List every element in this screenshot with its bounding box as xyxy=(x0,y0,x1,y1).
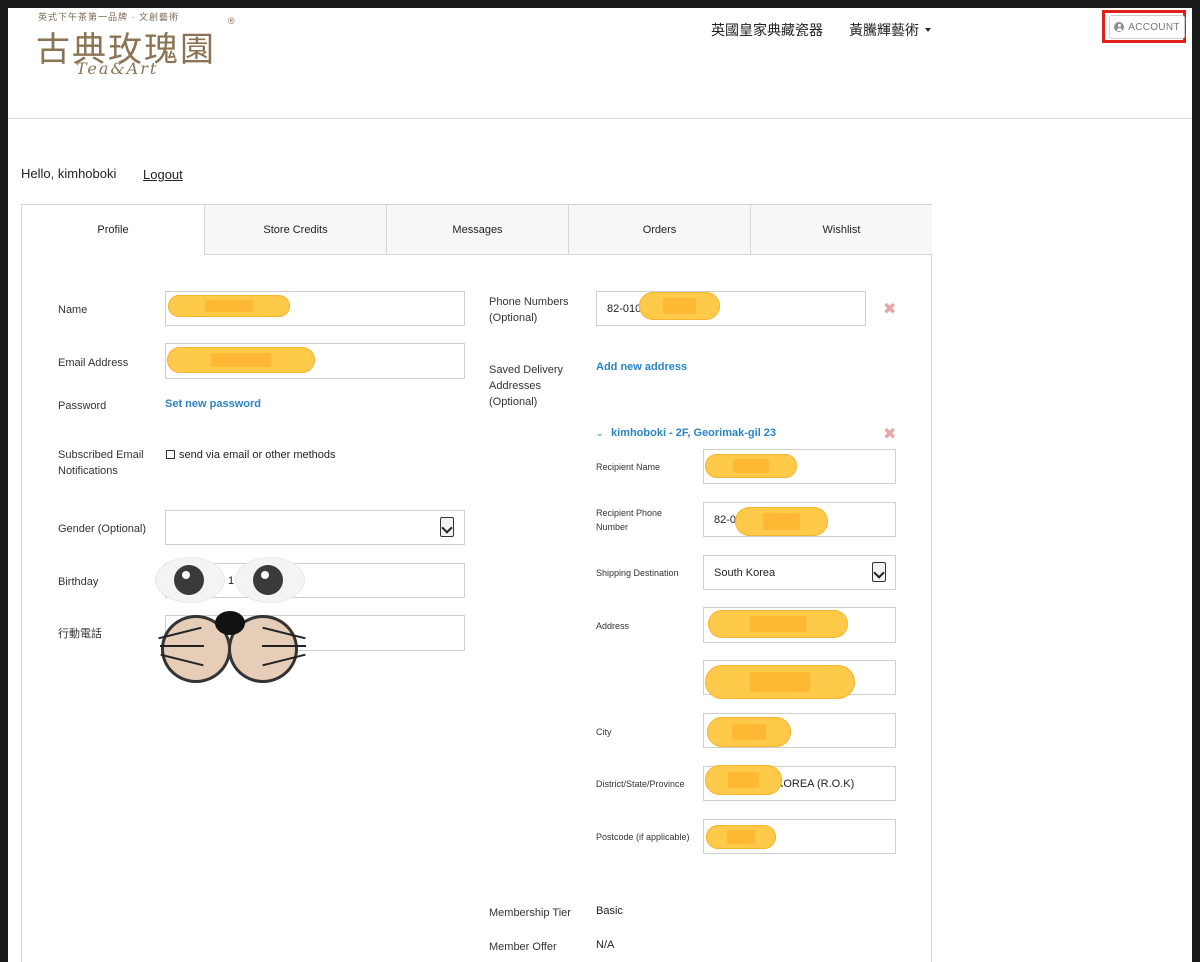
email-label: Email Address xyxy=(58,357,129,369)
shipping-destination-value: South Korea xyxy=(714,566,776,579)
recipient-phone-label-line1: Recipient Phone xyxy=(596,508,663,518)
cat-eye-icon xyxy=(156,558,224,602)
member-offer-label: Member Offer xyxy=(489,941,557,953)
page: 英式下午茶第一品牌 · 文創藝術 古典玫瑰園 ® Tea&Art 英國皇家典藏瓷… xyxy=(8,8,1192,962)
chevron-down-icon xyxy=(872,562,886,582)
greeting-text: Hello, kimhoboki xyxy=(21,166,117,181)
redaction-sticker xyxy=(167,347,315,373)
redaction-sticker xyxy=(705,765,782,795)
main-nav: 英國皇家典藏瓷器 黃騰輝藝術 xyxy=(711,20,931,40)
nav-item-huang-art[interactable]: 黃騰輝藝術 xyxy=(849,20,931,40)
saved-addresses-label-line3: (Optional) xyxy=(489,396,538,408)
tab-orders[interactable]: Orders xyxy=(568,205,750,255)
name-label: Name xyxy=(58,304,88,316)
redaction-sticker xyxy=(705,454,797,478)
city-label: City xyxy=(596,727,612,737)
saved-addresses-label-line1: Saved Delivery xyxy=(489,364,563,376)
account-label: ACCOUNT xyxy=(1128,21,1180,33)
tab-store-credits[interactable]: Store Credits xyxy=(204,205,386,255)
birthday-label: Birthday xyxy=(58,576,99,588)
membership-tier-label: Membership Tier xyxy=(489,907,571,919)
chevron-down-icon xyxy=(440,517,454,537)
phone-value: 82-010 xyxy=(607,302,642,315)
whisker xyxy=(262,645,306,647)
saved-addresses-label-line2: Addresses xyxy=(489,380,541,392)
remove-phone-icon[interactable]: ✖ xyxy=(883,299,896,319)
password-label: Password xyxy=(58,400,107,412)
postcode-label: Postcode (if applicable) xyxy=(596,832,690,842)
address-label: Address xyxy=(596,621,630,631)
cat-eye-icon xyxy=(236,558,304,602)
chevron-down-icon[interactable]: ⌄ xyxy=(596,428,604,439)
gender-label: Gender (Optional) xyxy=(58,523,147,535)
header: 英式下午茶第一品牌 · 文創藝術 古典玫瑰園 ® Tea&Art 英國皇家典藏瓷… xyxy=(8,8,1192,119)
logout-link[interactable]: Logout xyxy=(143,167,183,182)
tab-wishlist[interactable]: Wishlist xyxy=(750,205,932,255)
redaction-sticker xyxy=(706,825,776,849)
district-label: District/State/Province xyxy=(596,779,685,789)
saved-address-toggle[interactable]: kimhoboki - 2F, Georimak-gil 23 xyxy=(611,427,776,439)
nav-item-royal-porcelain[interactable]: 英國皇家典藏瓷器 xyxy=(711,20,823,40)
cat-nose-icon xyxy=(215,611,245,635)
nav-item-label: 英國皇家典藏瓷器 xyxy=(711,22,823,38)
district-value: KOREA (R.O.K) xyxy=(776,777,855,790)
remove-address-icon[interactable]: ✖ xyxy=(883,424,896,444)
add-address-link[interactable]: Add new address xyxy=(596,361,687,373)
phone-field[interactable]: 82-010 xyxy=(596,291,866,326)
redaction-sticker xyxy=(735,507,828,536)
recipient-name-label: Recipient Name xyxy=(596,462,661,472)
nav-item-label: 黃騰輝藝術 xyxy=(849,22,919,38)
subscribed-label-line1: Subscribed Email xyxy=(58,449,144,461)
phone-label-line1: Phone Numbers xyxy=(489,296,569,308)
whisker xyxy=(160,645,204,647)
phone-label-line2: (Optional) xyxy=(489,312,538,324)
user-circle-icon xyxy=(1114,22,1125,32)
recipient-phone-value: 82-0 xyxy=(714,513,737,526)
shipping-destination-select[interactable]: South Korea xyxy=(703,555,896,590)
subscribed-label-line2: Notifications xyxy=(58,465,118,477)
tab-messages[interactable]: Messages xyxy=(386,205,568,255)
brand-logo[interactable]: 英式下午茶第一品牌 · 文創藝術 古典玫瑰園 ® Tea&Art xyxy=(36,10,236,82)
gender-select[interactable] xyxy=(165,510,465,545)
recipient-phone-label-line2: Number xyxy=(596,522,629,532)
subscribe-checkbox[interactable] xyxy=(166,450,175,459)
subscribe-option-label: send via email or other methods xyxy=(179,449,336,461)
mobile-label: 行動電話 xyxy=(58,628,102,640)
account-button[interactable]: ACCOUNT xyxy=(1109,15,1185,39)
membership-tier-value: Basic xyxy=(596,905,623,917)
redaction-sticker xyxy=(705,665,855,699)
logo-registered-mark: ® xyxy=(228,16,235,26)
caret-down-icon xyxy=(925,28,931,32)
redaction-sticker xyxy=(707,717,791,747)
redaction-sticker xyxy=(639,292,720,320)
set-password-link[interactable]: Set new password xyxy=(165,398,261,410)
shipping-destination-label: Shipping Destination xyxy=(596,568,679,578)
tab-profile[interactable]: Profile xyxy=(22,205,204,255)
redaction-sticker xyxy=(708,610,848,638)
cat-face-sticker xyxy=(156,558,316,688)
member-offer-value: N/A xyxy=(596,939,615,951)
account-tabs: Profile Store Credits Messages Orders Wi… xyxy=(22,205,932,255)
logo-english-name: Tea&Art xyxy=(76,59,159,78)
redaction-sticker xyxy=(168,295,290,317)
